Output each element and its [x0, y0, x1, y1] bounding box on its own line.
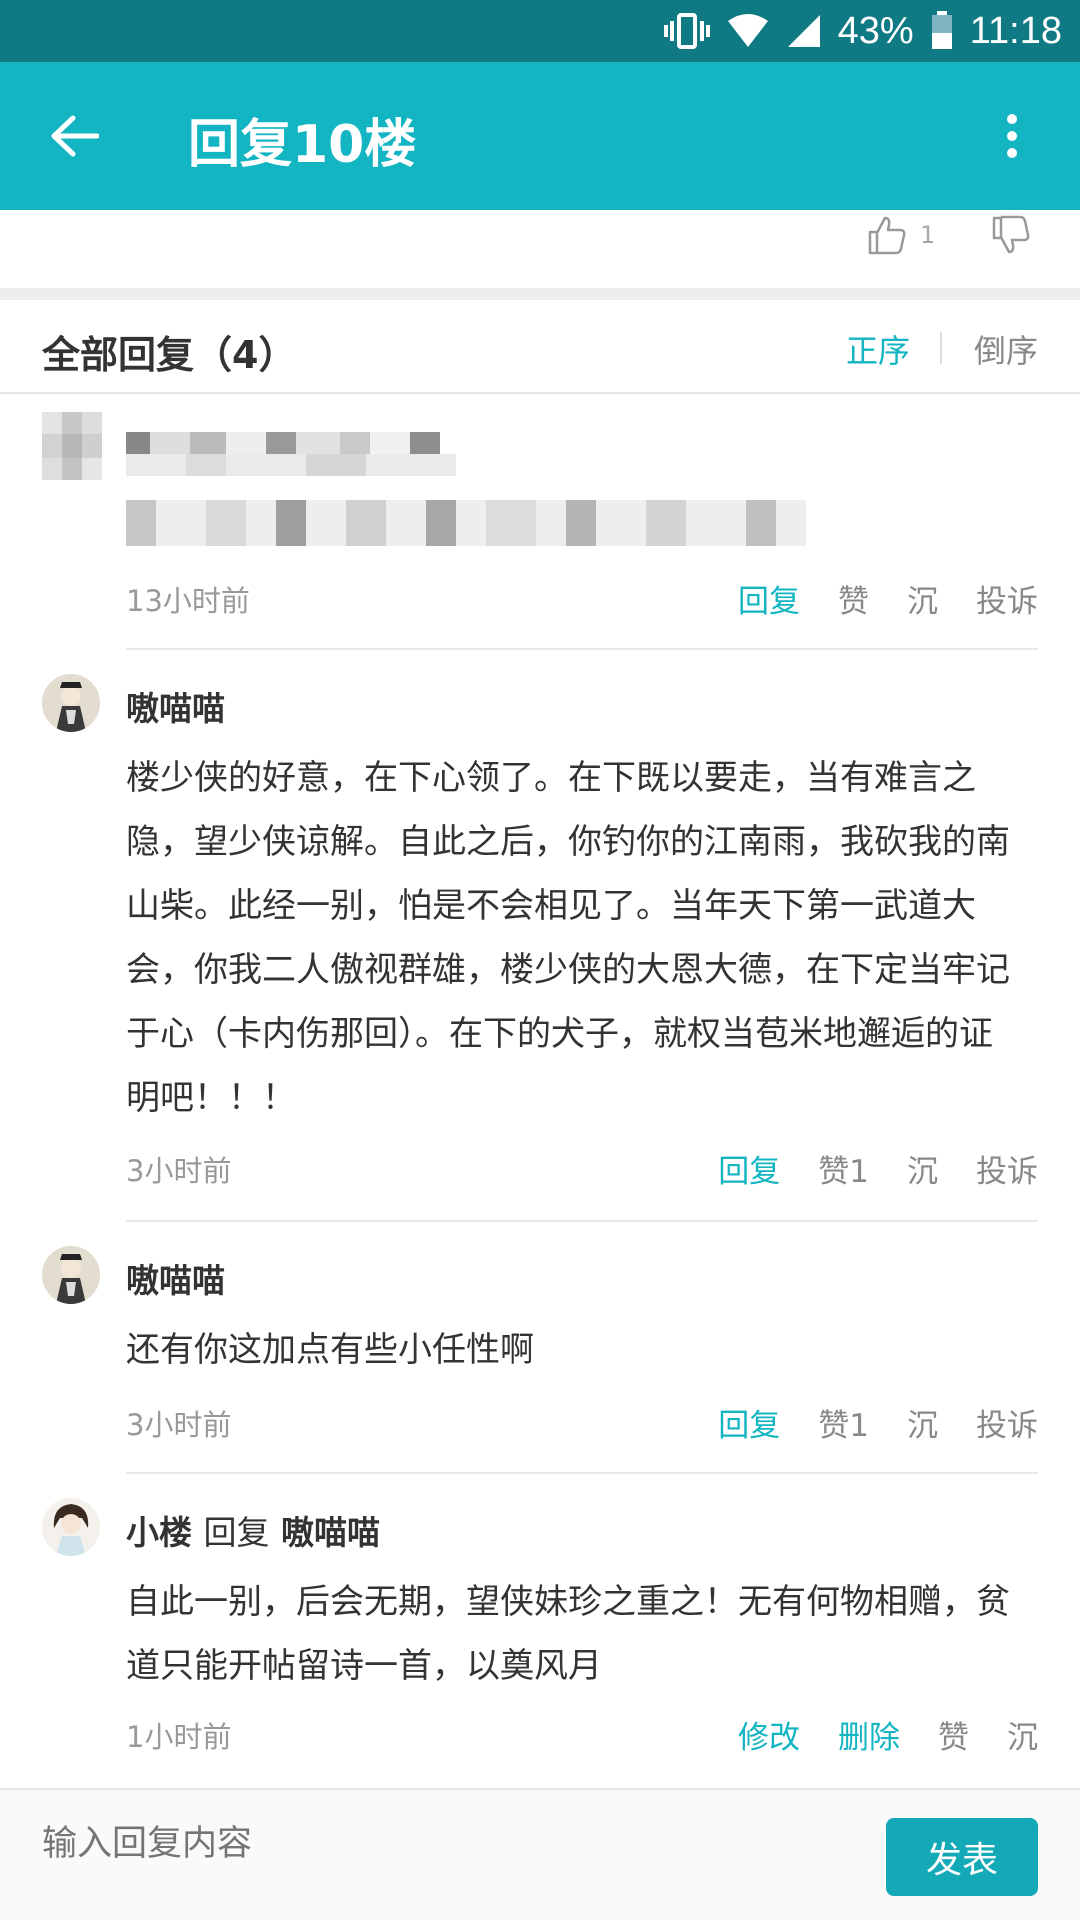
sort-ascending-tab[interactable]: 正序: [846, 326, 910, 372]
floor-dislike-button[interactable]: [990, 214, 1032, 260]
reply-content: 还有你这加点有些小任性啊: [126, 1330, 534, 1370]
report-button[interactable]: 投诉: [976, 1146, 1038, 1191]
like-button[interactable]: 赞: [838, 576, 869, 621]
back-button[interactable]: [38, 100, 110, 172]
reply-divider: [126, 1472, 1038, 1474]
reply-actions: 回复 赞1 沉 投诉: [718, 1146, 1038, 1191]
avatar[interactable]: [42, 1246, 100, 1304]
reply-item: 小楼 回复 嗷喵喵 自此一别，后会无期，望侠妹珍之重之！无有何物相赠，贫道只能开…: [0, 1476, 1080, 1788]
reply-divider: [126, 648, 1038, 650]
signal-icon: [786, 13, 822, 49]
author-redacted: [126, 432, 456, 476]
more-options-button[interactable]: [982, 100, 1042, 172]
clock: 11:18: [969, 9, 1062, 52]
author-name[interactable]: 嗷喵喵: [126, 1254, 225, 1302]
reply-content: 自此一别，后会无期，望侠妹珍之重之！无有何物相赠，贫道只能开帖留诗一首，以奠风月: [126, 1582, 1010, 1686]
wifi-icon: [726, 13, 770, 49]
reply-time: 13小时前: [126, 584, 250, 618]
reply-time: 3小时前: [126, 1154, 232, 1188]
battery-icon: [930, 11, 954, 51]
reply-actions: 回复 赞1 沉 投诉: [718, 1400, 1038, 1445]
report-button[interactable]: 投诉: [976, 576, 1038, 621]
author-name[interactable]: 嗷喵喵: [126, 682, 225, 730]
sink-button[interactable]: 沉: [1007, 1712, 1038, 1757]
like-button[interactable]: 赞1: [818, 1146, 869, 1191]
like-button[interactable]: 赞: [938, 1712, 969, 1757]
floor-vote-strip: 1: [0, 210, 1080, 288]
reply-item: 嗷喵喵 楼少侠的好意，在下心领了。在下既以要走，当有难言之隐，望少侠谅解。自此之…: [0, 652, 1080, 1224]
avatar[interactable]: [42, 1498, 100, 1556]
more-vertical-icon: [1007, 114, 1017, 158]
reply-actions: 回复 赞 沉 投诉: [738, 576, 1038, 621]
sink-button[interactable]: 沉: [907, 1400, 938, 1445]
battery-percent: 43%: [837, 9, 914, 52]
edit-button[interactable]: 修改: [738, 1712, 800, 1757]
reply-item: 13小时前 回复 赞 沉 投诉: [0, 396, 1080, 650]
status-bar: 43% 11:18: [0, 0, 1080, 62]
avatar[interactable]: [42, 674, 100, 732]
reply-composer: 发表: [0, 1788, 1080, 1920]
like-count: 1: [920, 221, 936, 249]
reply-time: 3小时前: [126, 1408, 232, 1442]
sink-button[interactable]: 沉: [907, 576, 938, 621]
reply-item: 嗷喵喵 还有你这加点有些小任性啊 3小时前 回复 赞1 沉 投诉: [0, 1224, 1080, 1476]
delete-button[interactable]: 删除: [838, 1712, 900, 1757]
reply-actions: 修改 删除 赞 沉: [738, 1712, 1038, 1757]
sort-descending-tab[interactable]: 倒序: [974, 326, 1038, 372]
reply-divider: [126, 1220, 1038, 1222]
sink-button[interactable]: 沉: [907, 1146, 938, 1191]
reply-time: 1小时前: [126, 1720, 232, 1754]
like-button[interactable]: 赞1: [818, 1400, 869, 1445]
reply-to-name[interactable]: 嗷喵喵: [281, 1513, 380, 1552]
app-bar: 回复10楼: [0, 62, 1080, 210]
reply-button[interactable]: 回复: [718, 1400, 780, 1445]
page-title: 回复10楼: [188, 115, 417, 175]
vibrate-icon: [663, 11, 710, 51]
reply-relation-label: 回复: [203, 1513, 270, 1552]
author-line: 小楼 回复 嗷喵喵: [126, 1506, 380, 1554]
replies-header: 全部回复（4） 正序 倒序: [0, 300, 1080, 394]
thumbs-down-icon: [992, 215, 1030, 254]
content-redacted: [126, 500, 806, 546]
author-name[interactable]: 小楼: [126, 1513, 192, 1552]
arrow-left-icon: [51, 115, 99, 157]
report-button[interactable]: 投诉: [976, 1400, 1038, 1445]
submit-button[interactable]: 发表: [886, 1818, 1038, 1896]
reply-button[interactable]: 回复: [718, 1146, 780, 1191]
reply-input[interactable]: [42, 1824, 822, 1864]
replies-count-title: 全部回复（4）: [42, 333, 297, 377]
avatar-redacted[interactable]: [42, 412, 102, 480]
reply-button[interactable]: 回复: [738, 576, 800, 621]
thumbs-up-icon: [868, 216, 906, 255]
reply-content: 楼少侠的好意，在下心领了。在下既以要走，当有难言之隐，望少侠谅解。自此之后，你钓…: [126, 758, 1010, 1118]
floor-like-button[interactable]: 1: [866, 214, 935, 256]
sort-divider: [940, 332, 942, 364]
section-gap: [0, 288, 1080, 300]
